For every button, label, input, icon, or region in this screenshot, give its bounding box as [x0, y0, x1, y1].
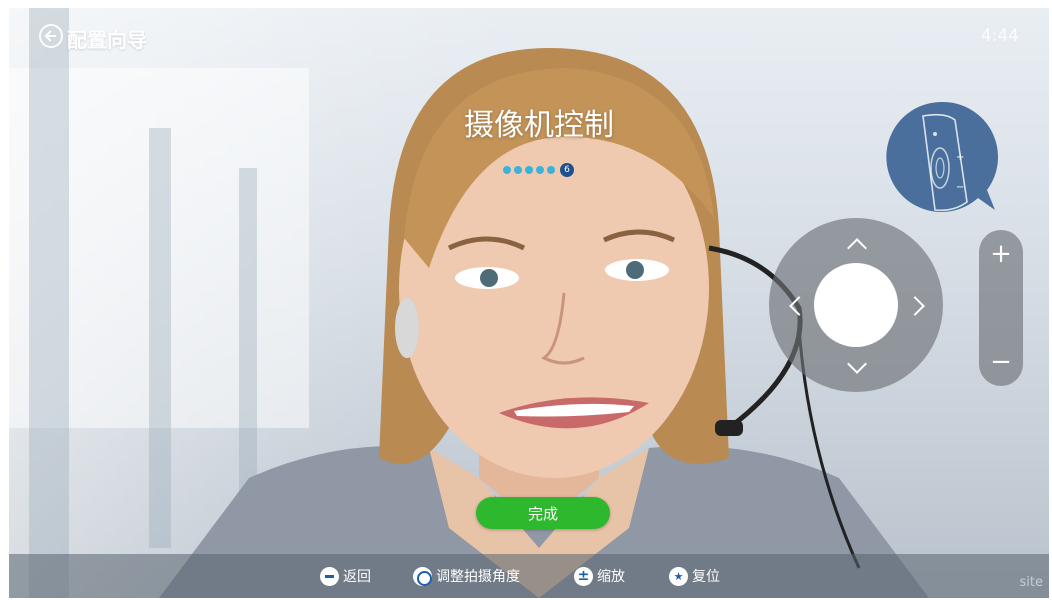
- direction-pad-icon: [413, 566, 432, 586]
- svg-text:−: −: [956, 182, 964, 193]
- hint-adjust-angle: 调整拍摄角度: [413, 565, 520, 587]
- dpad-icon[interactable]: [769, 218, 943, 392]
- dpad-down-icon[interactable]: [838, 348, 874, 384]
- zoom-control[interactable]: + −: [979, 230, 1023, 386]
- finish-button[interactable]: 完成: [476, 497, 610, 529]
- dpad-right-icon[interactable]: [899, 287, 935, 323]
- hint-back-label: 返回: [343, 569, 371, 585]
- hint-reset: 复位: [669, 565, 720, 587]
- dpad-up-icon[interactable]: [838, 226, 874, 262]
- step-dot: [536, 166, 544, 174]
- camera-control-screen: 配置向导 4:44 摄像机控制 6 + − + − 完成 返回 调整拍摄角度 ±…: [9, 8, 1049, 598]
- hint-zoom: 缩放: [574, 565, 625, 587]
- zoom-out-button[interactable]: −: [979, 344, 1023, 380]
- hint-zoom-label: 缩放: [597, 569, 625, 585]
- page-title: 配置向导: [67, 28, 147, 52]
- back-icon: [320, 566, 339, 586]
- dpad-center[interactable]: [814, 263, 898, 347]
- wizard-title-text: 摄像机控制: [464, 108, 614, 143]
- remote-control-icon: + −: [886, 101, 999, 212]
- hint-back: 返回: [320, 565, 371, 587]
- clock: 4:44: [980, 26, 1019, 46]
- hint-bar: 返回 调整拍摄角度 缩放 复位 site: [9, 554, 1049, 598]
- dpad-left-icon[interactable]: [777, 287, 813, 323]
- header-bar: 配置向导 4:44: [9, 8, 1049, 60]
- hint-reset-label: 复位: [692, 569, 720, 585]
- step-current: 6: [560, 163, 574, 177]
- svg-text:+: +: [956, 152, 964, 163]
- step-dot: [525, 166, 533, 174]
- step-dot: [503, 166, 511, 174]
- step-dot: [547, 166, 555, 174]
- zoom-in-button[interactable]: +: [979, 236, 1023, 272]
- hint-adjust-angle-label: 调整拍摄角度: [436, 569, 520, 585]
- reset-icon: [669, 566, 688, 586]
- step-indicator: 6: [503, 163, 574, 177]
- zoom-icon: [574, 566, 593, 586]
- watermark: site: [1019, 575, 1043, 590]
- step-dot: [514, 166, 522, 174]
- back-arrow-circle-icon[interactable]: [39, 24, 63, 48]
